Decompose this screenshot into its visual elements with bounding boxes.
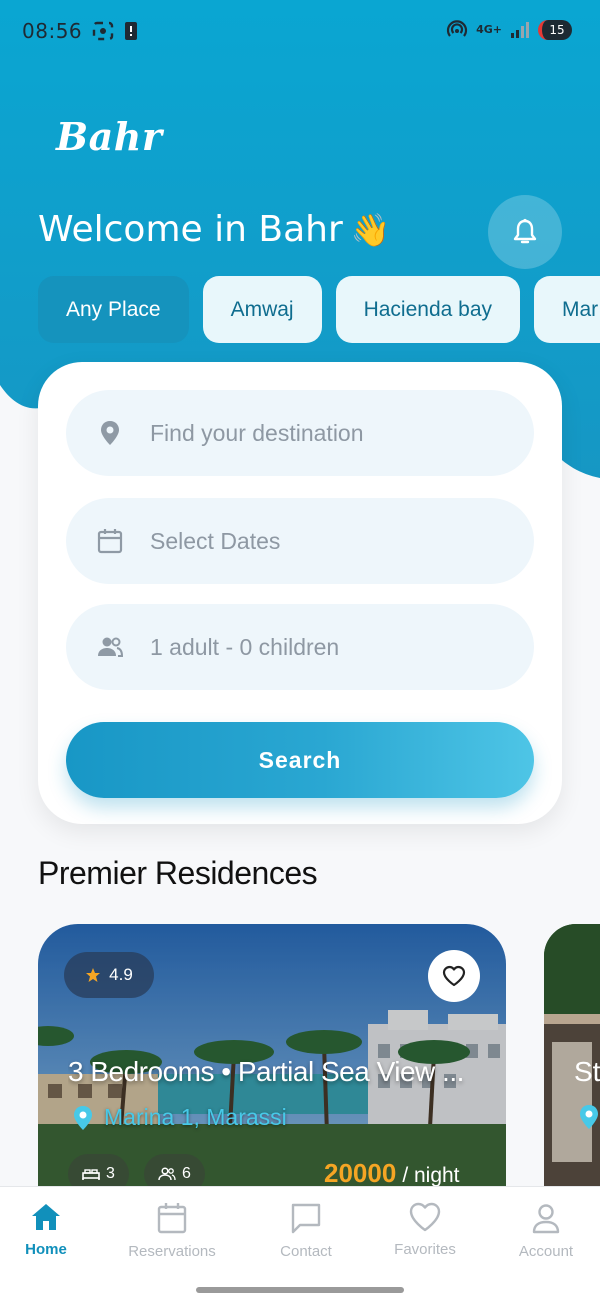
screenshot-icon [92, 21, 114, 41]
location-pin-icon [101, 421, 119, 445]
chip-amwaj[interactable]: Amwaj [202, 276, 322, 343]
calendar-icon [157, 1203, 187, 1234]
chip-any-place[interactable]: Any Place [38, 276, 189, 343]
dates-field[interactable]: Select Dates [66, 498, 534, 584]
network-type: 4G+ [476, 23, 502, 36]
bell-icon [513, 218, 537, 244]
location-pin-icon [74, 1105, 92, 1130]
nav-home-label: Home [25, 1241, 67, 1258]
alert-icon [125, 22, 137, 40]
price: 20000 / night [324, 1158, 460, 1188]
welcome-text: Welcome in Bahr [38, 209, 343, 250]
chip-marassi[interactable]: Mar [534, 276, 600, 343]
guests-count: 6 [182, 1165, 191, 1182]
status-time: 08:56 [22, 19, 83, 43]
bed-icon [82, 1169, 100, 1180]
dates-placeholder: Select Dates [150, 527, 281, 554]
nav-account-label: Account [518, 1243, 574, 1260]
chip-hacienda-bay[interactable]: Hacienda bay [335, 276, 520, 343]
status-bar: 08:56 4G+ 15 [0, 0, 600, 64]
bottom-navigation: Home Reservations Contact Favorites Acco… [0, 1186, 600, 1301]
location-pin-icon [580, 1105, 598, 1129]
calendar-icon [97, 529, 123, 554]
heart-icon [409, 1202, 441, 1232]
rating-value: 4.9 [109, 965, 133, 984]
nav-favorites[interactable]: Favorites [365, 1201, 485, 1258]
status-icons-left [92, 21, 138, 41]
price-value: 20000 [324, 1158, 397, 1188]
guests-value: 1 adult - 0 children [150, 633, 340, 660]
residence-title: 3 Bedrooms • Partial Sea View ... [68, 1056, 464, 1087]
search-card: Find your destination Select Dates 1 adu… [38, 362, 562, 824]
guests-field[interactable]: 1 adult - 0 children [66, 604, 534, 690]
home-indicator[interactable] [196, 1287, 404, 1293]
hotspot-icon [447, 20, 468, 37]
chat-icon [291, 1203, 321, 1234]
nav-reservations[interactable]: Reservations [112, 1201, 232, 1260]
guests-icon [98, 637, 124, 657]
location-text: Marina 1, Marassi [104, 1104, 287, 1130]
nav-contact-label: Contact [280, 1243, 332, 1260]
battery-indicator: 15 [538, 20, 572, 40]
search-button[interactable]: Search [66, 722, 534, 798]
home-icon [32, 1204, 60, 1230]
welcome-heading: Welcome in Bahr 👋 [38, 209, 391, 250]
destination-placeholder: Find your destination [150, 419, 364, 446]
signal-icon [511, 22, 529, 38]
nav-home[interactable]: Home [0, 1201, 106, 1258]
guests-pill: 6 [144, 1154, 205, 1188]
nav-favorites-label: Favorites [394, 1241, 456, 1258]
residence-location: Marina 1, Marassi [72, 1104, 287, 1131]
wave-emoji: 👋 [350, 210, 391, 249]
residence-card[interactable]: 4.9 3 Bedrooms • Partial Sea View ... Ma… [38, 924, 506, 1188]
user-icon [532, 1204, 560, 1234]
section-title: Premier Residences [38, 855, 318, 891]
residence-title-next: St [574, 1056, 600, 1087]
destination-chips: Any Place Amwaj Hacienda bay Mar [38, 276, 600, 343]
price-unit: / night [402, 1164, 460, 1187]
notifications-button[interactable] [488, 195, 562, 269]
bedrooms-pill: 3 [68, 1154, 129, 1188]
residence-card-next[interactable]: St [544, 924, 600, 1188]
rating-badge: 4.9 [64, 952, 154, 998]
guests-icon [158, 1167, 176, 1181]
app-logo: Bahr [56, 114, 163, 159]
bedrooms-count: 3 [106, 1165, 115, 1182]
star-icon [86, 968, 101, 982]
status-icons-right: 4G+ 15 [446, 20, 572, 40]
nav-contact[interactable]: Contact [246, 1201, 366, 1260]
nav-account[interactable]: Account [486, 1201, 600, 1260]
battery-level: 15 [549, 23, 565, 37]
nav-reservations-label: Reservations [128, 1243, 216, 1260]
heart-icon [442, 965, 466, 987]
favorite-button[interactable] [428, 950, 480, 1002]
destination-field[interactable]: Find your destination [66, 390, 534, 476]
